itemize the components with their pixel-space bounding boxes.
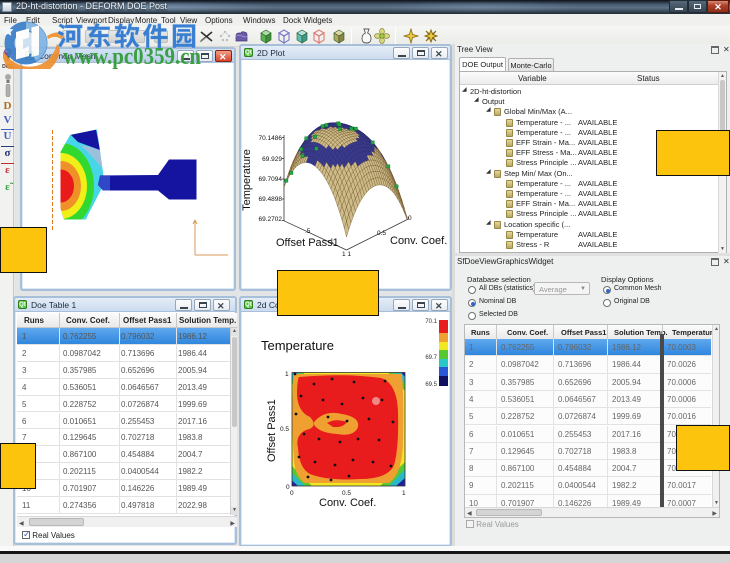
- svg-text:0: 0: [408, 215, 412, 222]
- svg-text:69.7: 69.7: [425, 355, 437, 361]
- svg-text:1 1: 1 1: [342, 251, 351, 258]
- svg-text:Conv. Coef.: Conv. Coef.: [319, 497, 376, 509]
- svg-text:69.7094: 69.7094: [259, 176, 283, 183]
- svg-text:69.5: 69.5: [425, 382, 437, 388]
- svg-text:1: 1: [285, 371, 289, 378]
- svg-text:0.5: 0.5: [377, 230, 386, 237]
- svg-text:Temperature: Temperature: [261, 338, 334, 353]
- svg-text:Offset Pass1: Offset Pass1: [276, 237, 339, 249]
- svg-text:Conv. Coef.: Conv. Coef.: [390, 235, 447, 247]
- svg-text:Offset Pass1: Offset Pass1: [266, 399, 278, 462]
- svg-text:0: 0: [290, 490, 294, 497]
- svg-text:1: 1: [402, 490, 406, 497]
- svg-text:69.2702: 69.2702: [259, 216, 283, 223]
- svg-text:70.1486: 70.1486: [259, 135, 283, 142]
- svg-text:.5: .5: [305, 228, 311, 235]
- svg-text:70.1: 70.1: [425, 319, 437, 325]
- svg-text:69.4898: 69.4898: [259, 196, 283, 203]
- svg-text:0.5: 0.5: [280, 426, 289, 433]
- svg-text:0.5: 0.5: [342, 490, 351, 497]
- svg-text:69.929: 69.929: [262, 156, 282, 163]
- svg-text:Temperature: Temperature: [241, 149, 253, 211]
